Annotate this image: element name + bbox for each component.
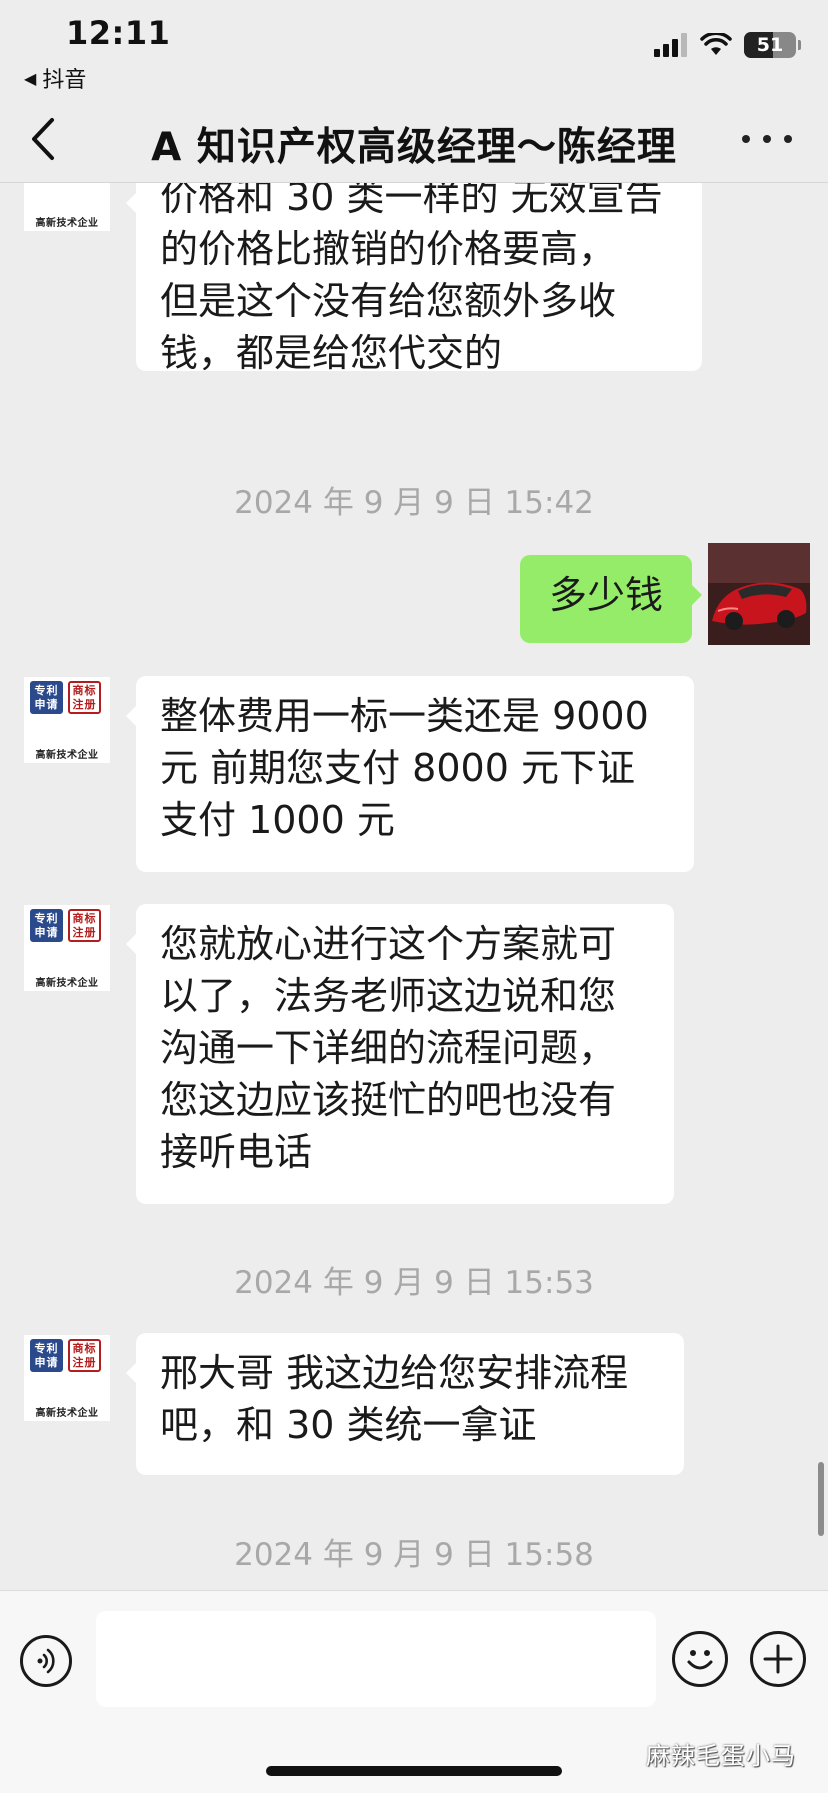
home-indicator[interactable]: [266, 1766, 562, 1776]
message-bubble-received[interactable]: 您就放心进行这个方案就可 以了，法务老师这边说和您 沟通一下详细的流程问题， 您…: [126, 904, 674, 1204]
smiley-icon: [687, 1650, 713, 1670]
voice-input-button[interactable]: [20, 1635, 72, 1687]
red-car-avatar-icon: [708, 543, 810, 645]
message-line: 以了，法务老师这边说和您: [160, 974, 617, 1018]
battery-icon: 51: [744, 32, 801, 58]
logo-box-icon: 专利申请: [30, 1339, 63, 1372]
contact-avatar[interactable]: 专利申请 商标注册 高新技术企业: [24, 1335, 110, 1421]
back-triangle-icon: ◀: [24, 68, 37, 88]
watermark-text: 麻辣毛蛋小马: [646, 1742, 796, 1770]
message-line: 多少钱: [548, 573, 663, 617]
status-time: 12:11: [66, 14, 171, 52]
message-bubble-received[interactable]: 邢大哥 我这边给您安排流程 吧，和 30 类统一拿证: [126, 1333, 684, 1475]
logo-box-icon: 专利申请: [30, 909, 63, 942]
avatar-caption: 高新技术企业: [35, 218, 99, 229]
wifi-icon: [700, 33, 732, 55]
message-line: 支付 1000 元: [160, 798, 395, 842]
message-line: 整体费用一标一类还是 9000: [160, 694, 649, 738]
message-timestamp: 2024 年 9 月 9 日 15:42: [234, 485, 594, 521]
status-icons: 51: [654, 32, 801, 58]
message-line: 沟通一下详细的流程问题，: [160, 1026, 617, 1070]
message-line: 您这边应该挺忙的吧也没有: [160, 1078, 617, 1122]
message-line: 吧，和 30 类统一拿证: [160, 1403, 537, 1447]
chat-header: A 知识产权高级经理～陈经理: [0, 100, 828, 183]
battery-level: 51: [756, 34, 784, 56]
contact-avatar[interactable]: 专利申请 商标注册 高新技术企业: [24, 905, 110, 991]
message-line: 接听电话: [160, 1130, 313, 1174]
message-line: 元 前期您支付 8000 元下证: [160, 746, 635, 790]
avatar-caption: 高新技术企业: [35, 750, 99, 761]
contact-avatar[interactable]: 专利申请 商标注册 高新技术企业: [24, 677, 110, 763]
status-bar: 12:11 ◀ 抖音 51: [0, 0, 828, 100]
plus-icon: [763, 1644, 793, 1674]
more-dot-icon: [742, 135, 750, 143]
message-line: 您就放心进行这个方案就可: [160, 922, 617, 966]
logo-box-icon: 商标注册: [68, 1339, 101, 1372]
message-bubble-received[interactable]: 价格和 30 类一样的 无效宣告 的价格比撤销的价格要高， 但是这个没有给您额外…: [126, 183, 702, 375]
back-to-app-link[interactable]: ◀ 抖音: [24, 62, 86, 94]
message-line: 邢大哥 我这边给您安排流程: [160, 1351, 629, 1395]
contact-avatar[interactable]: 专利申请 商标注册 高新技术企业: [24, 183, 110, 231]
more-actions-button[interactable]: [750, 1631, 806, 1687]
emoji-button[interactable]: [672, 1631, 728, 1687]
avatar-caption: 高新技术企业: [35, 1408, 99, 1419]
self-avatar[interactable]: [708, 543, 810, 645]
message-input[interactable]: [96, 1611, 656, 1707]
back-app-label: 抖音: [42, 68, 87, 93]
message-bubble-sent[interactable]: 多少钱: [520, 555, 702, 643]
logo-box-icon: 商标注册: [68, 909, 101, 942]
more-options-button[interactable]: [742, 124, 792, 154]
logo-box-icon: 商标注册: [68, 681, 101, 714]
scrollbar[interactable]: [818, 1462, 824, 1536]
message-bubble-received[interactable]: 整体费用一标一类还是 9000 元 前期您支付 8000 元下证 支付 1000…: [126, 676, 694, 872]
message-timestamp: 2024 年 9 月 9 日 15:58: [234, 1537, 594, 1573]
message-line: 的价格比撤销的价格要高，: [160, 227, 617, 271]
message-list[interactable]: 专利申请 商标注册 高新技术企业 价格和 30 类一样的 无效宣告 的价格比撤销…: [0, 183, 828, 1590]
message-line: 价格和 30 类一样的 无效宣告: [160, 183, 663, 219]
avatar-caption: 高新技术企业: [35, 978, 99, 989]
voice-icon: [37, 1648, 55, 1674]
more-dot-icon: [784, 135, 792, 143]
cellular-signal-icon: [654, 33, 687, 57]
message-timestamp: 2024 年 9 月 9 日 15:53: [234, 1265, 594, 1301]
message-line: 钱，都是给您代交的: [160, 331, 503, 375]
message-line: 但是这个没有给您额外多收: [160, 279, 617, 323]
logo-box-icon: 专利申请: [30, 681, 63, 714]
chat-title: A 知识产权高级经理～陈经理: [151, 125, 677, 170]
more-dot-icon: [763, 135, 771, 143]
